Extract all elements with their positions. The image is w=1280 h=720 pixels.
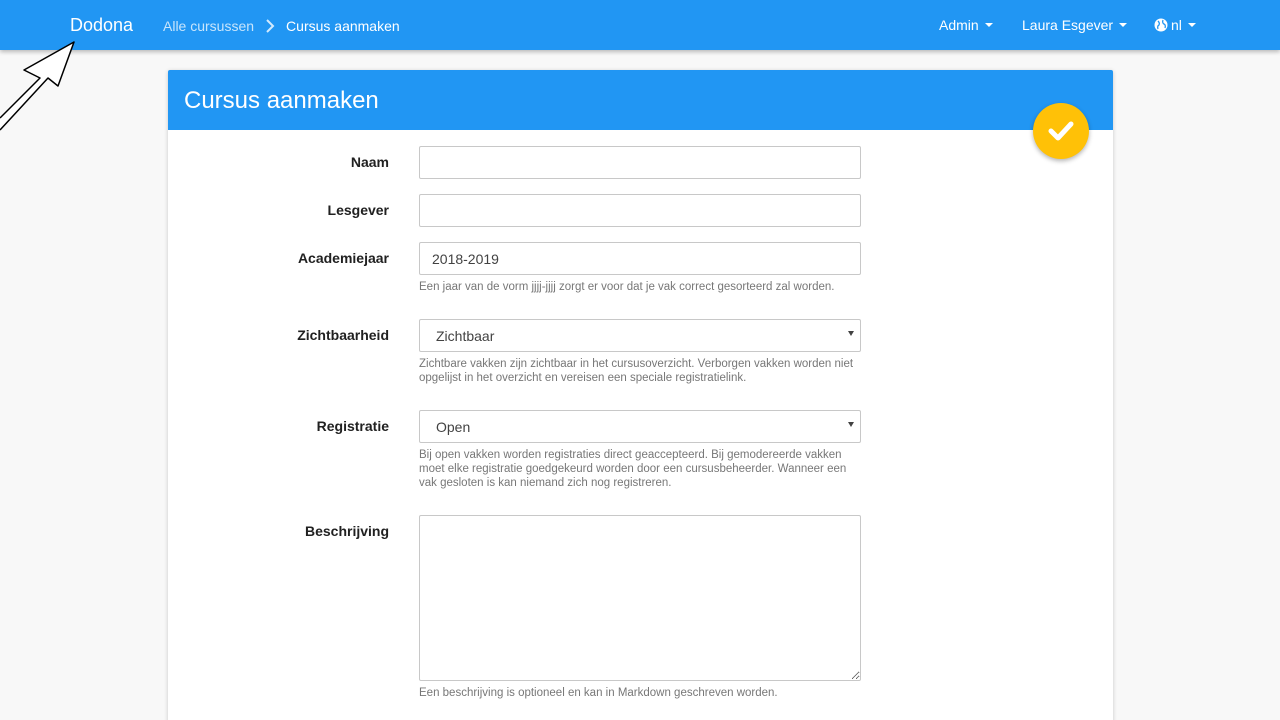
language-menu[interactable]: nl [1154,17,1196,33]
user-menu-label: Laura Esgever [1022,17,1114,33]
save-button[interactable] [1033,103,1089,159]
page-title: Cursus aanmaken [184,87,379,114]
teacher-input[interactable] [419,194,861,227]
top-navbar: Dodona Alle cursussen Cursus aanmaken Ad… [0,0,1280,50]
language-menu-label: nl [1171,17,1182,33]
academic-year-label: Academiejaar [297,250,389,266]
check-icon [1048,121,1074,141]
name-input[interactable] [419,146,861,179]
description-textarea[interactable] [419,515,861,681]
visibility-label: Zichtbaarheid [297,327,389,343]
user-menu[interactable]: Laura Esgever [1022,17,1128,33]
admin-menu[interactable]: Admin [939,17,993,33]
visibility-selected: Zichtbaar [436,327,495,344]
description-label: Beschrijving [304,523,389,539]
caret-down-icon [1187,23,1196,27]
globe-icon [1154,18,1168,32]
caret-down-icon [848,331,854,336]
registration-label: Registratie [316,418,389,434]
card-header: Cursus aanmaken [168,70,1113,130]
chevron-right-icon [254,17,286,35]
admin-menu-label: Admin [939,17,979,33]
caret-down-icon [984,23,993,27]
academic-year-help: Een jaar van de vorm jjjj-jjjj zorgt er … [419,281,835,293]
create-course-card: Cursus aanmaken Naam Lesgever Academieja… [168,70,1113,720]
breadcrumb-all-courses[interactable]: Alle cursussen [163,18,254,34]
brand-logo[interactable]: Dodona [70,15,133,36]
description-help: Een beschrijving is optioneel en kan in … [419,687,778,699]
academic-year-input[interactable] [419,242,861,275]
breadcrumb-current: Cursus aanmaken [286,18,400,34]
visibility-select[interactable]: Zichtbaar [419,319,861,352]
caret-down-icon [848,422,854,427]
breadcrumb: Alle cursussen Cursus aanmaken [163,17,400,35]
visibility-help: Zichtbare vakken zijn zichtbaar in het c… [419,358,854,384]
registration-selected: Open [436,418,471,435]
arrow-cursor-icon [0,41,75,131]
registration-select[interactable]: Open [419,410,861,443]
registration-help: Bij open vakken worden registraties dire… [419,449,847,489]
teacher-label: Lesgever [327,202,389,218]
name-label: Naam [350,154,389,170]
caret-down-icon [1119,23,1128,27]
